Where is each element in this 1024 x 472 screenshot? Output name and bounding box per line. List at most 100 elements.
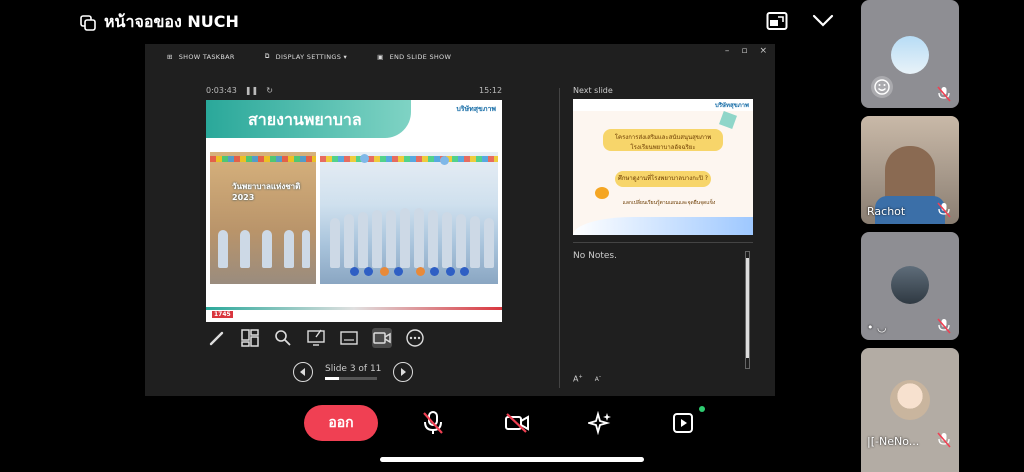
notes-divider [573,242,753,243]
camera-off-icon [505,413,529,433]
current-slide[interactable]: สายงานพยาบาล บริษัทสุขภาพ วันพยาบาลแห่งช… [206,100,502,322]
arrow-right-icon [401,368,407,376]
next-slide-preview[interactable]: บริษัทสุขภาพ โครงการส่งเสริมและสนับสนุนส… [573,99,753,235]
sparkle-icon [588,411,611,435]
grid-icon [241,329,259,347]
avatar [891,36,929,74]
speaker-notes[interactable]: No Notes. [573,251,617,261]
pen-tool-button[interactable] [207,328,227,348]
pip-icon [766,12,788,30]
slide-photo-left: วันพยาบาลแห่งชาติ 2023 [210,152,316,284]
leave-call-button[interactable]: ออก [304,405,378,441]
slide-progress-bar [325,377,377,380]
mic-muted-icon [937,202,951,218]
arrow-left-icon [300,368,305,376]
elapsed-timer: 0:03:43 ❚❚ ↻ [206,86,273,95]
top-right-controls [764,8,836,34]
screen-pointer-icon [307,329,325,346]
avatar [891,266,929,304]
slide-footer-logo: 1745 [212,311,233,318]
maximize-icon[interactable]: ▫ [741,46,747,56]
next-slide-caption: แลกเปลี่ยนเรียนรู้ตามแผนและจุดยืนจุดแข็ง [622,200,716,206]
play-box-icon [673,413,693,433]
slide-counter-text: Slide 3 of 11 [325,364,382,374]
minimize-icon[interactable]: – [725,46,730,56]
pointer-button[interactable] [306,328,326,348]
more-options-button[interactable] [405,328,425,348]
bunting-decoration [210,156,316,162]
participant-tile[interactable] [861,0,959,108]
mic-muted-icon [937,86,951,102]
decrease-font-button[interactable]: A– [595,374,602,384]
notes-scrollbar[interactable] [745,251,750,369]
screen-share-title-text: หน้าจอของ NUCH [104,12,239,31]
camera-button[interactable] [503,409,531,437]
subtitles-icon [340,331,358,345]
participant-name: |[-NeNo... [867,435,920,448]
more-icon [406,329,424,347]
elapsed-time: 0:03:43 [206,86,237,95]
mute-mic-button[interactable] [419,409,447,437]
notes-font-controls: A+ A– [573,374,601,384]
slide-counter: Slide 3 of 11 [325,364,381,380]
show-taskbar-button[interactable]: ⊞ SHOW TASKBAR [167,52,235,61]
mic-muted-icon [937,432,951,448]
activities-button[interactable] [669,409,697,437]
notes-scrollbar-thumb[interactable] [746,258,749,358]
slide-footer-bar [206,307,502,310]
pause-icon[interactable]: ❚❚ [245,86,258,95]
next-slide-subtitle-pill: ศึกษาดูงานที่โรงพยาบาลบางกะปิ ? [615,171,711,187]
clock: 15:12 [479,86,503,95]
effects-button[interactable] [586,409,614,437]
presenter-tools [207,328,425,348]
participant-tile[interactable]: Rachot [861,116,959,224]
participant-tile[interactable]: |[-NeNo... [861,348,959,472]
video-camera-icon [373,332,391,344]
pen-icon [209,331,224,346]
presenter-toolbar: ⊞ SHOW TASKBAR ⧉ DISPLAY SETTINGS ▾ ▣ END S… [167,52,451,61]
zoom-button[interactable] [273,328,293,348]
next-slide-logo: บริษัทสุขภาพ [715,102,749,109]
cube-decoration [719,111,737,129]
camera-toggle-button[interactable] [372,328,392,348]
slide-progress-fill [325,377,340,380]
previous-slide-button[interactable] [293,362,313,382]
taskbar-icon: ⊞ [167,52,173,61]
smiley-icon [874,79,890,95]
display-settings-button[interactable]: ⧉ DISPLAY SETTINGS ▾ [265,52,347,61]
slide-logo: บริษัทสุขภาพ [456,105,496,113]
photo-banner-text: วันพยาบาลแห่งชาติ 2023 [232,182,301,202]
pip-button[interactable] [764,8,790,34]
collapse-button[interactable] [810,8,836,34]
end-show-icon: ▣ [377,52,384,61]
flower-decoration [595,187,609,199]
slide-navigation: Slide 3 of 11 [293,362,414,382]
close-icon[interactable]: × [759,46,767,56]
participant-name: • ◡ [867,321,887,334]
pane-divider[interactable] [559,88,560,388]
end-slide-show-button[interactable]: ▣ END SLIDE SHOW [377,52,451,61]
next-slide-button[interactable] [393,362,414,382]
slide-photo-right [320,152,498,284]
display-icon: ⧉ [264,52,270,60]
slide-heading: สายงานพยาบาล [248,110,362,129]
next-slide-label: Next slide [573,86,613,95]
increase-font-button[interactable]: A+ [573,374,583,384]
wave-decoration [573,217,753,235]
participant-name: Rachot [867,205,906,218]
restart-icon[interactable]: ↻ [266,86,273,95]
participant-tile[interactable]: • ◡ [861,232,959,340]
search-icon [275,330,291,346]
shared-screen: – ▫ × ⊞ SHOW TASKBAR ⧉ DISPLAY SETTINGS ▾ … [145,44,775,396]
reaction-button[interactable] [871,76,893,98]
screen-share-title: หน้าจอของ NUCH [80,10,239,35]
avatar [890,380,930,420]
subtitles-button[interactable] [339,328,359,348]
slide-heading-banner: สายงานพยาบาล [206,100,411,138]
activity-indicator-dot [699,406,705,412]
home-indicator[interactable] [380,457,644,462]
screen-share-icon [80,14,96,31]
window-controls: – ▫ × [725,46,767,56]
mic-muted-icon [937,318,951,334]
see-all-slides-button[interactable] [240,328,260,348]
